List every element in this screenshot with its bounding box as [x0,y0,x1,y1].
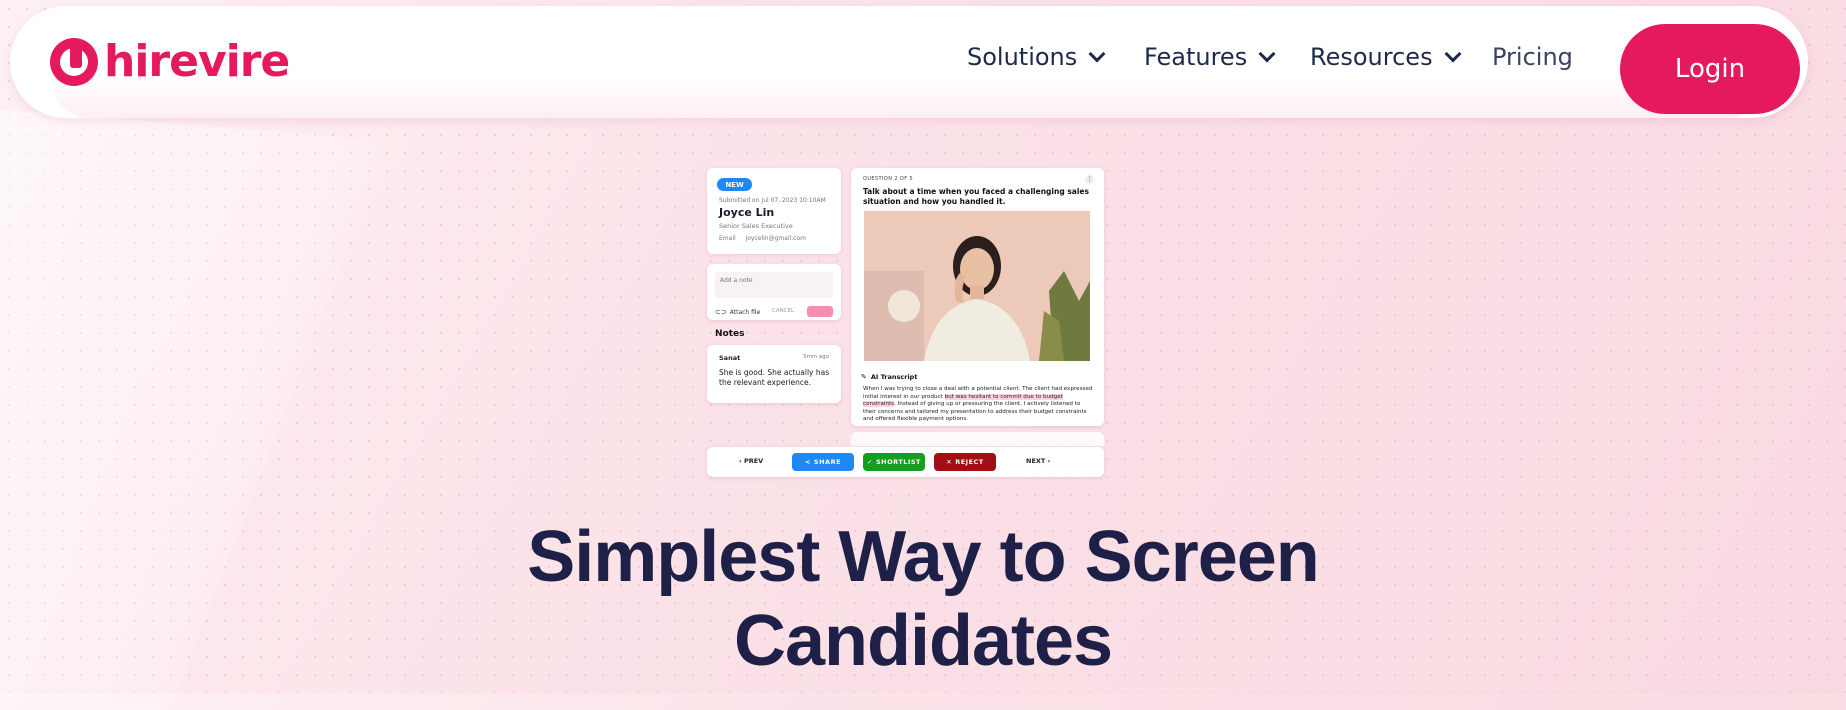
share-button[interactable]: < SHARE [792,453,854,471]
cancel-note-button[interactable]: CANCEL [772,308,794,314]
note-input-card: Add a note ⊂⊃ Attach file CANCEL [707,264,841,320]
shortlist-button[interactable]: ✓ SHORTLIST [863,453,925,471]
hirevire-logo-icon [50,37,98,86]
status-badge: NEW [717,178,752,191]
attach-file-button[interactable]: ⊂⊃ Attach file [715,308,760,316]
attach-file-label: Attach file [729,308,761,316]
share-icon: < [804,458,811,466]
close-icon: ✕ [946,458,953,466]
hero-headline-line-1: Simplest Way to Screen [527,517,1320,597]
review-action-bar: ‹ PREV < SHARE ✓ SHORTLIST ✕ REJECT NEXT › [707,447,1104,477]
nav-item-label: Features [1144,43,1248,71]
check-icon: ✓ [867,458,873,466]
nav-item-label: Resources [1310,43,1433,71]
hero-headline-line-2: Candidates [733,601,1113,681]
more-options-icon[interactable]: ⋮ [1085,175,1094,184]
top-navigation-bar: hirevire Solutions Features Resources Pr… [10,6,1808,118]
candidate-video-frame[interactable] [864,211,1090,361]
notes-title: Notes [715,329,745,339]
nav-bottom-band [50,78,1768,118]
question-text: Talk about a time when you faced a chall… [863,187,1089,206]
brand-name: hirevire [104,36,290,87]
nav-item-label: Solutions [967,43,1078,71]
next-card-preview [851,432,1104,446]
paperclip-icon: ⊂⊃ [715,308,727,316]
note-placeholder: Add a note [720,277,753,284]
question-counter: QUESTION 2 OF 5 [863,176,914,182]
nav-item-solutions[interactable]: Solutions [967,43,1106,71]
chevron-down-icon [1258,45,1276,63]
candidate-email[interactable]: joycelin@gmail.com [746,235,806,242]
login-button[interactable]: Login [1620,24,1800,114]
candidate-card: NEW Submitted on Jul 07, 2023 10:10AM Jo… [707,168,841,254]
note-text: She is good. She actually has the releva… [719,368,830,387]
ai-transcript-text: When I was trying to close a deal with a… [863,386,1093,424]
question-card: QUESTION 2 OF 5 ⋮ Talk about a time when… [851,168,1104,426]
candidate-name: Joyce Lin [719,206,775,219]
shortlist-label: SHORTLIST [875,458,921,466]
candidate-role: Senior Sales Executive [719,222,793,230]
candidate-portrait [864,211,1090,361]
note-time: 5min ago [803,354,829,360]
reject-button[interactable]: ✕ REJECT [934,453,996,471]
note-input[interactable]: Add a note [715,272,833,298]
next-label: NEXT [1026,457,1046,465]
ai-transcript-header: ✎ AI Transcript [861,373,917,381]
next-button[interactable]: NEXT › [1026,457,1050,465]
note-author: Sanat [719,354,741,362]
save-note-button[interactable] [807,306,833,317]
sparkle-icon: ✎ [861,373,867,381]
note-card: Sanat 5min ago She is good. She actually… [707,345,841,403]
prev-button[interactable]: ‹ PREV [739,457,763,465]
chevron-right-icon: › [1047,457,1051,465]
nav-item-pricing[interactable]: Pricing [1492,43,1573,71]
transcript-text-after: . Instead of giving up or pressuring the… [863,401,1087,423]
brand-logo[interactable]: hirevire [50,36,290,87]
prev-label: PREV [743,457,764,465]
share-label: SHARE [813,458,842,466]
chevron-down-icon [1088,45,1106,63]
submitted-date: Submitted on Jul 07, 2023 10:10AM [719,197,826,204]
nav-item-resources[interactable]: Resources [1310,43,1462,71]
nav-item-features[interactable]: Features [1144,43,1276,71]
ai-transcript-title: AI Transcript [870,373,918,381]
chevron-left-icon: ‹ [739,457,742,465]
chevron-down-icon [1444,45,1462,63]
nav-item-label: Pricing [1492,43,1573,71]
reject-label: REJECT [955,458,984,466]
email-label: Email [719,235,736,242]
